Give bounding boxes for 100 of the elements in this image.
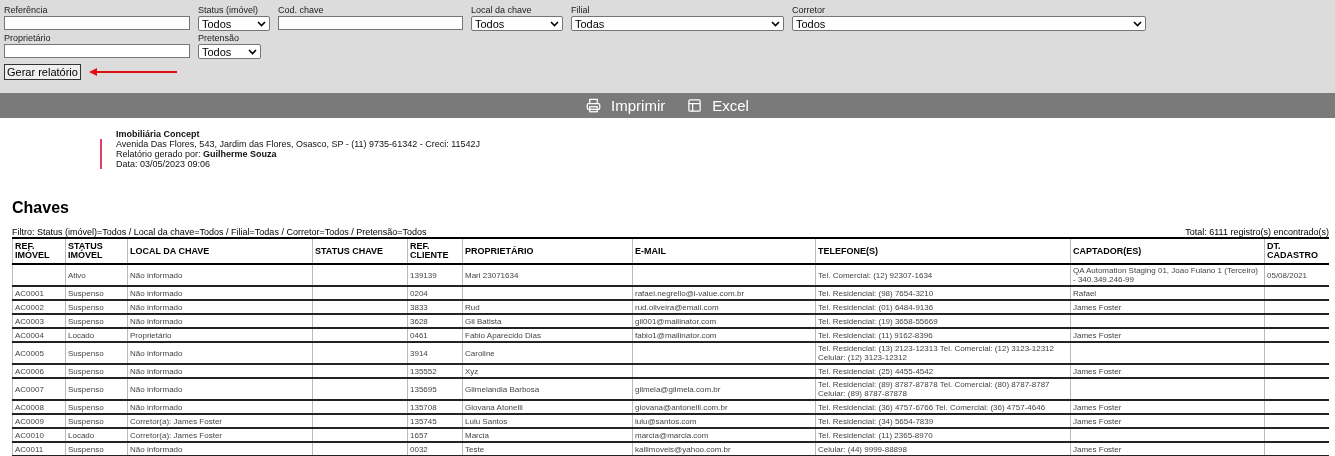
field-label: Status (imóvel)	[198, 5, 260, 16]
table-cell: Marcia	[462, 428, 633, 442]
table-cell: AC0005	[12, 342, 66, 364]
table-cell: rafael.negrello@i-value.com.br	[632, 286, 816, 300]
table-cell: Não informado	[127, 378, 313, 400]
table-cell: 0032	[407, 442, 463, 456]
table-cell: 135695	[407, 378, 463, 400]
select-dropdown[interactable]: Todos	[198, 16, 270, 31]
table-cell: James Foster	[1070, 300, 1265, 314]
table-cell: Suspenso	[65, 378, 128, 400]
caret-icon	[1133, 20, 1142, 27]
table-cell: Rafael	[1070, 286, 1265, 300]
table-cell: Giovana Atonelli	[462, 400, 633, 414]
table-cell: AC0009	[12, 414, 66, 428]
generate-report-button[interactable]: Gerar relatório	[4, 64, 81, 80]
table-cell: rud.oliveira@email.com	[632, 300, 816, 314]
column-header: CAPTADOR(ES)	[1070, 238, 1265, 264]
text-field[interactable]	[4, 16, 190, 30]
table-cell: gilmela@gilmela.com.br	[632, 378, 816, 400]
printer-icon	[586, 98, 602, 113]
table-cell: Não informado	[127, 400, 313, 414]
table-cell: Teste	[462, 442, 633, 456]
column-header: STATUS IMÓVEL	[65, 238, 128, 264]
table-cell: Tel. Residencial: (11) 2365-8970	[815, 428, 1071, 442]
text-field[interactable]	[4, 44, 190, 58]
table-cell: James Foster	[1070, 442, 1265, 456]
field-label: Proprietário	[4, 33, 52, 44]
table-cell: AC0002	[12, 300, 66, 314]
table-cell: Gilmelandia Barbosa	[462, 378, 633, 400]
text-field[interactable]	[278, 16, 463, 30]
table-cell: AC0001	[12, 286, 66, 300]
table-cell: Caroline	[462, 342, 633, 364]
column-header: REF. CLIENTE	[407, 238, 463, 264]
table-cell: Tel. Residencial: (01) 6484-9136	[815, 300, 1071, 314]
column-header: E-MAIL	[632, 238, 816, 264]
table-cell: QA Automation Staging 01, Joao Fulano 1 (Terceiro) - 340.349.246-99	[1070, 264, 1265, 286]
company-name: Imobiliária Concept	[116, 129, 201, 139]
report-date: Data: 03/05/2023 09:06	[116, 159, 212, 169]
table-cell: Fabio Aparecido Dias	[462, 328, 633, 342]
table-cell: Suspenso	[65, 414, 128, 428]
caret-icon	[771, 20, 780, 27]
table-cell: 3628	[407, 314, 463, 328]
print-button[interactable]: Imprimir	[586, 97, 666, 114]
table-cell: Não informado	[127, 264, 313, 286]
table-cell: kallimoveis@yahoo.com.br	[632, 442, 816, 456]
column-header: PROPRIETÁRIO	[462, 238, 633, 264]
field-label: Cod. chave	[278, 5, 325, 16]
table-cell: Tel. Residencial: (11) 9162-8396	[815, 328, 1071, 342]
table-cell: Suspenso	[65, 314, 128, 328]
table-cell: Locado	[65, 428, 128, 442]
table-cell: Suspenso	[65, 286, 128, 300]
select-dropdown[interactable]: Todos	[792, 16, 1146, 31]
table-cell: Suspenso	[65, 300, 128, 314]
table-cell: Xyz	[462, 364, 633, 378]
table-cell: Suspenso	[65, 400, 128, 414]
table-cell: AC0004	[12, 328, 66, 342]
table-cell: AC0007	[12, 378, 66, 400]
table-cell: 05/08/2021	[1264, 264, 1329, 286]
table-cell: 135708	[407, 400, 463, 414]
table-cell: 135745	[407, 414, 463, 428]
column-header: REF. IMÓVEL	[12, 238, 66, 264]
table-cell: fabio1@mailinator.com	[632, 328, 816, 342]
caret-icon	[550, 20, 559, 27]
table-cell: Não informado	[127, 364, 313, 378]
table-icon	[687, 98, 703, 113]
table-cell: Não informado	[127, 314, 313, 328]
select-dropdown[interactable]: Todos	[198, 44, 261, 59]
field-label: Referência	[4, 5, 49, 16]
total-count: Total: 6111 registro(s) encontrado(s)	[1185, 227, 1329, 237]
table-cell: AC0008	[12, 400, 66, 414]
table-cell: Celular: (44) 9999-88898	[815, 442, 1071, 456]
table-cell: James Foster	[1070, 364, 1265, 378]
company-address: Avenida Das Flores, 543, Jardim das Flores, Osasco, SP - (11) 9735-61342 - Creci: 11542J	[116, 139, 480, 149]
table-cell: AC0006	[12, 364, 66, 378]
table-cell: Corretor(a): James Foster	[127, 428, 313, 442]
table-cell: Não informado	[127, 442, 313, 456]
table-cell: Tel. Residencial: (25) 4455-4542	[815, 364, 1071, 378]
table-cell: Rud	[462, 300, 633, 314]
excel-button[interactable]: Excel	[687, 97, 749, 114]
table-cell: Não informado	[127, 286, 313, 300]
table-cell: Suspenso	[65, 364, 128, 378]
table-cell: 1657	[407, 428, 463, 442]
filter-summary: Filtro: Status (imóvel)=Todos / Local da chave=Todos / Filial=Todas / Corretor=Todos / Pretensão=Todos	[12, 227, 427, 237]
table-cell: lulu@santos.com	[632, 414, 816, 428]
select-dropdown[interactable]: Todos	[471, 16, 563, 31]
report-title: Chaves	[12, 199, 70, 217]
table-cell: Não informado	[127, 300, 313, 314]
select-dropdown[interactable]: Todas	[571, 16, 784, 31]
table-cell: 3914	[407, 342, 463, 364]
table-cell: Proprietário	[127, 328, 313, 342]
column-header: STATUS CHAVE	[312, 238, 408, 264]
table-cell: Tel. Residencial: (89) 8787-87878 Tel. Comercial: (80) 8787-8787 Celular: (89) 8787-87878	[815, 378, 1071, 400]
field-label: Corretor	[792, 5, 826, 16]
table-cell: Tel. Residencial: (34) 5654-7839	[815, 414, 1071, 428]
table-cell: Suspenso	[65, 342, 128, 364]
table-cell: Tel. Residencial: (36) 4757-6766 Tel. Comercial: (36) 4757-4646	[815, 400, 1071, 414]
table-cell: Corretor(a): James Foster	[127, 414, 313, 428]
table-cell: Locado	[65, 328, 128, 342]
table-cell: Gil Batista	[462, 314, 633, 328]
table-cell: giovana@antonelli.com.br	[632, 400, 816, 414]
